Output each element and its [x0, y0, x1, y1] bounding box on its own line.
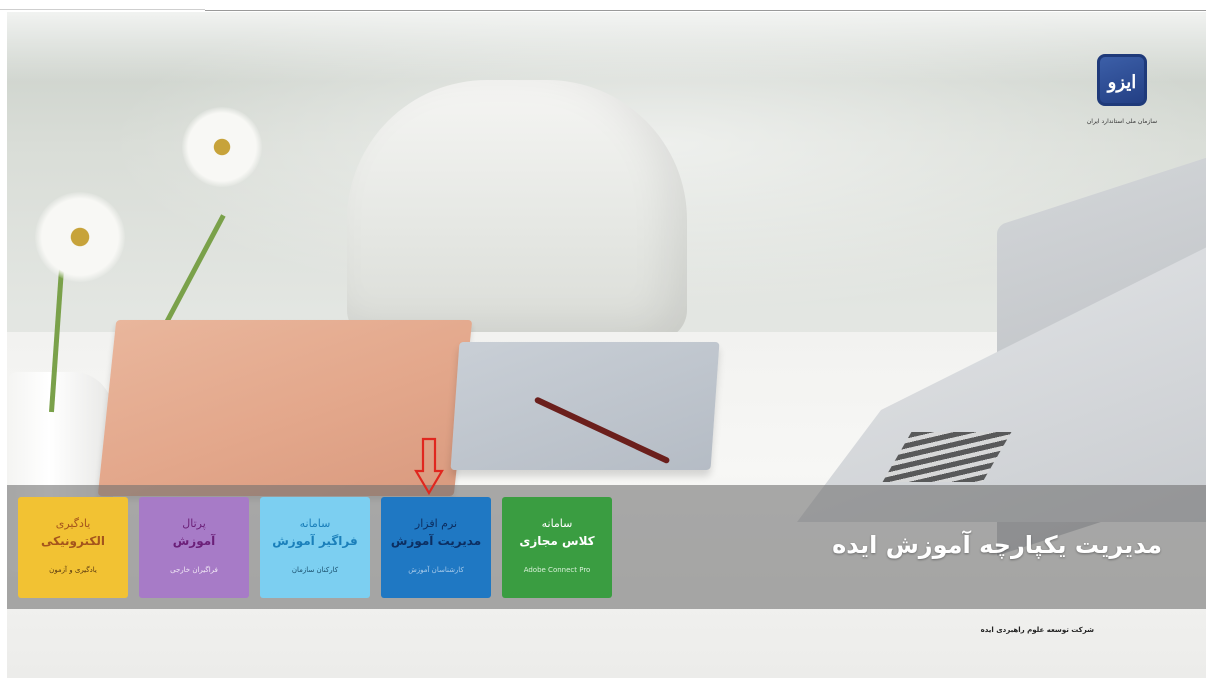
- organization-name: سازمان ملی استاندارد ایران: [1086, 118, 1158, 125]
- tile-title-line2: کلاس مجازی: [519, 534, 595, 548]
- window-top-edge: [0, 0, 1206, 12]
- flower-image: [35, 192, 125, 282]
- tile-title-line1: سامانه: [541, 517, 573, 530]
- tile-title-line1: نرم افزار: [414, 517, 458, 530]
- tile-title-line2: فراگیر آموزش: [272, 534, 358, 548]
- tile-title-line2: الکترونیکی: [41, 534, 105, 548]
- chair-image: [347, 80, 687, 340]
- tile-title-line2: آموزش: [172, 534, 216, 548]
- tile-e-learning[interactable]: یادگیری الکترونیکی یادگیری و آزمون: [18, 497, 128, 598]
- tile-title-line1: یادگیری: [55, 517, 91, 530]
- notebook-image: [450, 342, 720, 470]
- tile-subtitle: یادگیری و آزمون: [49, 566, 97, 574]
- tile-subtitle: کارکنان سازمان: [291, 566, 339, 574]
- window-glow: [7, 12, 1206, 82]
- tile-virtual-class[interactable]: سامانه کلاس مجازی Adobe Connect Pro: [502, 497, 612, 598]
- tile-title-line1: پرتال: [182, 517, 206, 530]
- tile-subtitle: فراگیران خارجی: [170, 566, 218, 574]
- flower-image: [182, 107, 262, 187]
- company-name: شرکت توسعه علوم راهبردی ایده: [980, 626, 1094, 634]
- tile-learner-system[interactable]: سامانه فراگیر آموزش کارکنان سازمان: [260, 497, 370, 598]
- arrow-down-icon: [414, 437, 444, 496]
- tile-title-line1: سامانه: [299, 517, 331, 530]
- top-divider: [205, 10, 1206, 11]
- tile-subtitle: Adobe Connect Pro: [523, 566, 591, 574]
- hero-title: مدیریت یکپارچه آموزش ایده: [832, 531, 1162, 559]
- tile-training-portal[interactable]: پرتال آموزش فراگیران خارجی: [139, 497, 249, 598]
- organization-logo[interactable]: ایزو سازمان ملی استاندارد ایران: [1075, 54, 1169, 134]
- tile-training-management[interactable]: نرم افزار مدیریت آموزش کارشناسان آموزش: [381, 497, 491, 598]
- tab-strip: [0, 9, 205, 10]
- logo-mark: ایزو: [1097, 54, 1147, 106]
- tile-subtitle: کارشناسان آموزش: [408, 566, 464, 574]
- tile-title-line2: مدیریت آموزش: [390, 534, 482, 548]
